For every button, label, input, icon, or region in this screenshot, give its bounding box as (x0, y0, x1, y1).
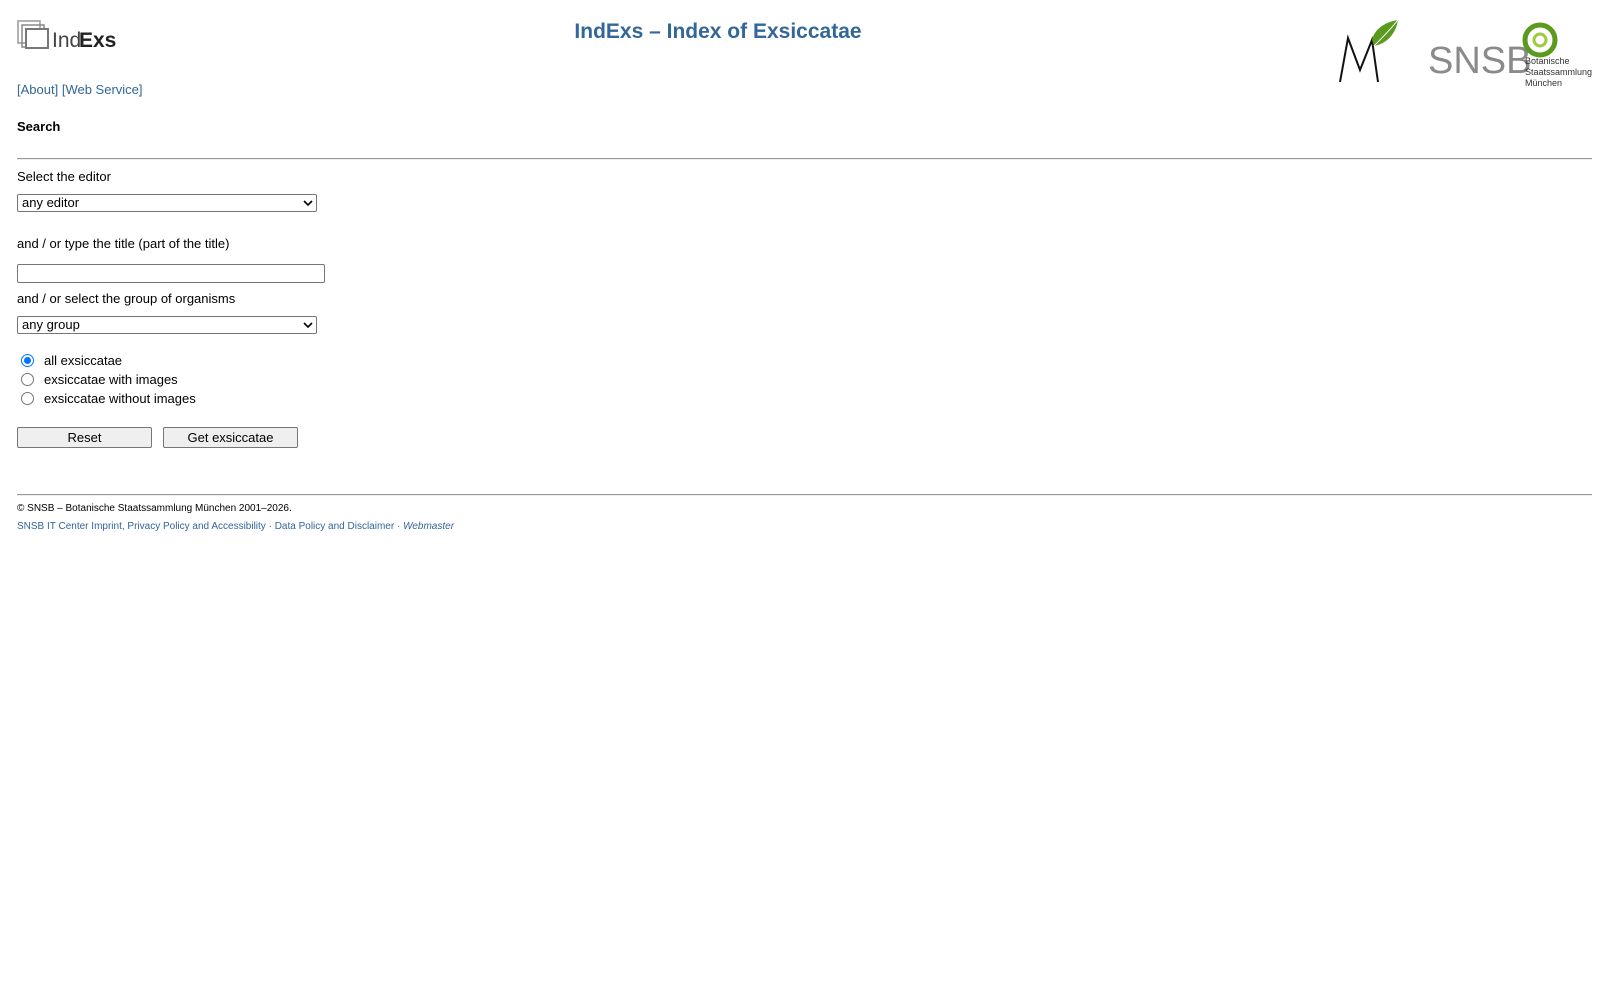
radio-with-images[interactable]: exsiccatae with images (21, 370, 178, 388)
chevron-down-icon (303, 200, 313, 207)
radio-all[interactable]: all exsiccatae (21, 351, 122, 369)
radio-with-images-label: exsiccatae with images (44, 371, 178, 387)
leaf-icon (1339, 19, 1399, 83)
radio-all-button[interactable] (21, 353, 34, 367)
editor-select-value: any editor (22, 195, 80, 210)
editor-label: Select the editor (17, 169, 111, 184)
radio-with-images-button[interactable] (21, 372, 34, 386)
reset-button[interactable]: Reset (17, 427, 152, 448)
radio-without-images-label: exsiccatae without images (44, 390, 196, 406)
radio-without-images[interactable]: exsiccatae without images (21, 389, 196, 407)
group-select-value: any group (22, 317, 80, 332)
web-service-link[interactable]: [Web Service] (62, 82, 143, 97)
divider-bottom (17, 494, 1592, 496)
snsb-logo-text: SNSB (1428, 40, 1531, 82)
footer-separator: · (265, 521, 275, 532)
footer-separator: · (394, 521, 404, 532)
imprint-link[interactable]: SNSB IT Center Imprint, Privacy Policy a… (17, 521, 266, 532)
group-select[interactable]: any group (17, 316, 317, 334)
snsb-logo-mark: SNSB Botanische Staatssammlung München (1428, 22, 1592, 88)
radio-without-images-button[interactable] (21, 391, 34, 405)
title-input[interactable] (17, 264, 325, 283)
divider-top (17, 158, 1592, 160)
group-label: and / or select the group of organisms (17, 291, 236, 306)
snsb-logo[interactable]: SNSB Botanische Staatssammlung München (1428, 20, 1592, 93)
snsb-caption-3: München (1525, 78, 1562, 88)
data-policy-link[interactable]: Data Policy and Disclaimer (275, 521, 395, 532)
chevron-down-icon (303, 322, 313, 329)
snsb-caption-1: Botanische (1525, 56, 1570, 66)
copyright-text: © SNSB – Botanische Staatssammlung Münch… (17, 503, 292, 514)
editor-select[interactable]: any editor (17, 194, 317, 212)
get-exsiccatae-button[interactable]: Get exsiccatae (163, 427, 298, 448)
snsb-caption-2: Staatssammlung (1525, 67, 1592, 77)
search-heading: Search (17, 119, 61, 134)
page-title: IndExs – Index of Exsiccatae (574, 20, 862, 43)
top-nav: [About] [Web Service] (17, 82, 143, 97)
title-label: and / or type the title (part of the tit… (17, 236, 230, 251)
about-link[interactable]: [About] (17, 82, 58, 97)
m-leaf-logo[interactable] (1338, 19, 1400, 89)
webmaster-link[interactable]: Webmaster (403, 521, 454, 532)
footer-links: SNSB IT Center Imprint, Privacy Policy a… (17, 521, 454, 532)
radio-all-label: all exsiccatae (44, 352, 123, 368)
